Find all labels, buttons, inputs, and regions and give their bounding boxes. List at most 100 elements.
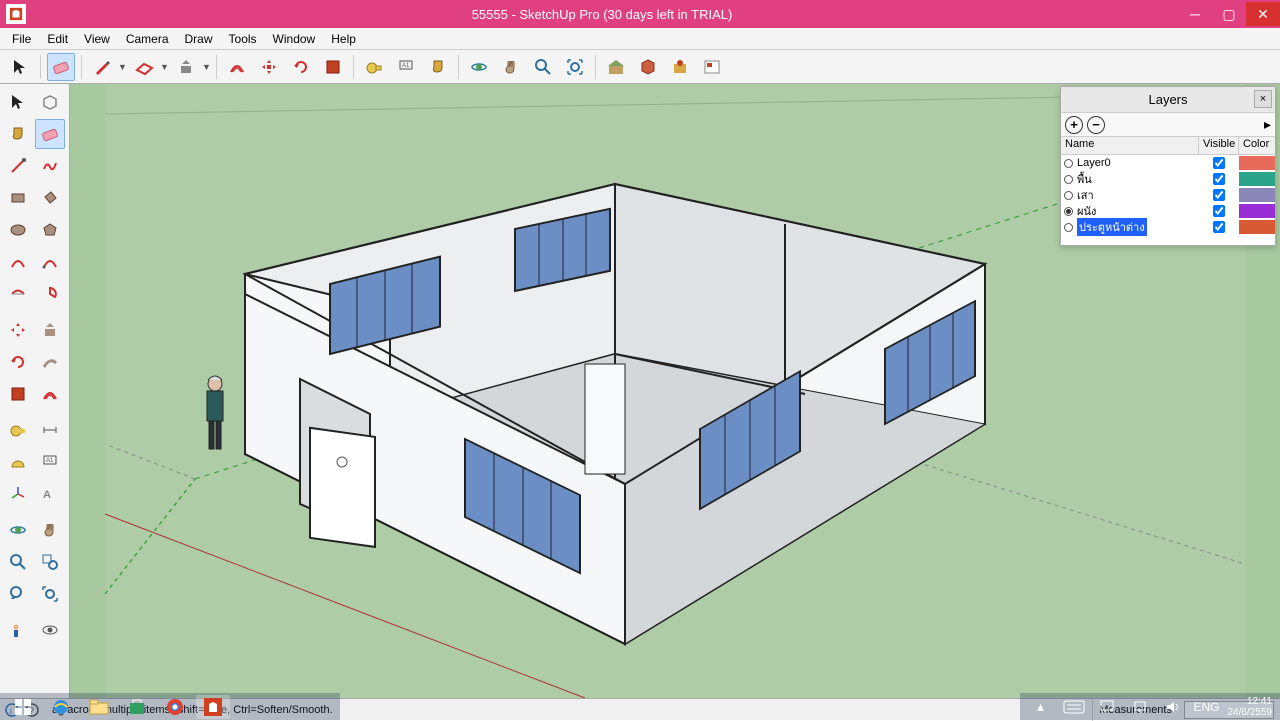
layer-active-radio[interactable] bbox=[1061, 175, 1075, 184]
rectangle-icon[interactable] bbox=[3, 183, 33, 213]
look-around-icon[interactable] bbox=[35, 615, 65, 645]
layout-icon[interactable] bbox=[698, 53, 726, 81]
rectangle-tool-icon[interactable] bbox=[130, 53, 158, 81]
previous-icon[interactable] bbox=[3, 579, 33, 609]
2pt-arc-icon[interactable] bbox=[35, 247, 65, 277]
menu-file[interactable]: File bbox=[4, 30, 39, 48]
layer-color-swatch[interactable] bbox=[1239, 172, 1275, 186]
dimension-icon[interactable] bbox=[35, 415, 65, 445]
start-button[interactable] bbox=[6, 695, 40, 719]
tray-clock[interactable]: 12:41 24/6/2559 bbox=[1224, 696, 1277, 718]
tape-icon[interactable] bbox=[3, 415, 33, 445]
menu-help[interactable]: Help bbox=[323, 30, 364, 48]
action-center-icon[interactable] bbox=[1092, 695, 1121, 719]
sketchup-task-icon[interactable] bbox=[196, 695, 230, 719]
layer-color-swatch[interactable] bbox=[1239, 220, 1275, 234]
zoom-icon[interactable] bbox=[3, 547, 33, 577]
tray-lang[interactable]: ENG bbox=[1189, 700, 1223, 714]
tape-tool-icon[interactable] bbox=[360, 53, 388, 81]
network-icon[interactable] bbox=[1125, 695, 1154, 719]
layer-row[interactable]: พื้น bbox=[1061, 171, 1275, 187]
layer-visible-checkbox[interactable] bbox=[1199, 221, 1239, 233]
menu-camera[interactable]: Camera bbox=[118, 30, 177, 48]
tray-up-icon[interactable]: ▲ bbox=[1026, 695, 1055, 719]
scale-tool-icon[interactable] bbox=[319, 53, 347, 81]
layer-row[interactable]: ประตูหน้าต่าง bbox=[1061, 219, 1275, 235]
rotate-icon[interactable] bbox=[3, 347, 33, 377]
layer-row[interactable]: Layer0 bbox=[1061, 155, 1275, 171]
col-visible[interactable]: Visible bbox=[1199, 137, 1239, 154]
axes-icon[interactable] bbox=[3, 479, 33, 509]
orbit-icon[interactable] bbox=[3, 515, 33, 545]
3dtext-icon[interactable]: A bbox=[35, 479, 65, 509]
col-name[interactable]: Name bbox=[1061, 137, 1199, 154]
menu-view[interactable]: View bbox=[76, 30, 118, 48]
layer-visible-checkbox[interactable] bbox=[1199, 157, 1239, 169]
menu-edit[interactable]: Edit bbox=[39, 30, 76, 48]
layer-name[interactable]: Layer0 bbox=[1075, 157, 1199, 169]
layer-color-swatch[interactable] bbox=[1239, 156, 1275, 170]
ie-icon[interactable] bbox=[44, 695, 78, 719]
pushpull-tool-icon[interactable] bbox=[172, 53, 200, 81]
layer-active-radio[interactable] bbox=[1061, 207, 1075, 216]
viewport-3d[interactable]: Layers × + − ▸ Name Visible Color Layer0… bbox=[70, 84, 1280, 698]
layer-name[interactable]: ประตูหน้าต่าง bbox=[1075, 218, 1199, 236]
move-tool-icon[interactable] bbox=[255, 53, 283, 81]
line-icon[interactable] bbox=[3, 151, 33, 181]
eraser-tool-icon[interactable] bbox=[47, 53, 75, 81]
move-icon[interactable] bbox=[3, 315, 33, 345]
rotated-rect-icon[interactable] bbox=[35, 183, 65, 213]
zoom-extents-icon[interactable] bbox=[35, 579, 65, 609]
zoom-window-icon[interactable] bbox=[35, 547, 65, 577]
eraser-icon[interactable] bbox=[35, 119, 65, 149]
orbit-tool-icon[interactable] bbox=[465, 53, 493, 81]
layers-flyout-icon[interactable]: ▸ bbox=[1264, 116, 1271, 133]
chrome-icon[interactable] bbox=[158, 695, 192, 719]
menu-window[interactable]: Window bbox=[265, 30, 324, 48]
3pt-arc-icon[interactable] bbox=[3, 279, 33, 309]
offset-icon[interactable] bbox=[35, 379, 65, 409]
zoom-tool-icon[interactable] bbox=[529, 53, 557, 81]
layers-panel-title[interactable]: Layers × bbox=[1061, 87, 1275, 113]
close-button[interactable]: ✕ bbox=[1246, 2, 1280, 26]
dimension-tool-icon[interactable]: A1 bbox=[392, 53, 420, 81]
text-icon[interactable]: A1 bbox=[35, 447, 65, 477]
store-icon[interactable] bbox=[120, 695, 154, 719]
pushpull-icon[interactable] bbox=[35, 315, 65, 345]
offset-tool-icon[interactable] bbox=[223, 53, 251, 81]
layer-active-radio[interactable] bbox=[1061, 223, 1075, 232]
component-icon[interactable] bbox=[35, 87, 65, 117]
layer-row[interactable]: เสา bbox=[1061, 187, 1275, 203]
dropdown-icon[interactable]: ▼ bbox=[202, 62, 212, 72]
layer-color-swatch[interactable] bbox=[1239, 188, 1275, 202]
keyboard-icon[interactable] bbox=[1059, 695, 1088, 719]
dropdown-icon[interactable]: ▼ bbox=[118, 62, 128, 72]
freehand-icon[interactable] bbox=[35, 151, 65, 181]
dropdown-icon[interactable]: ▼ bbox=[160, 62, 170, 72]
layers-panel[interactable]: Layers × + − ▸ Name Visible Color Layer0… bbox=[1060, 86, 1276, 246]
col-color[interactable]: Color bbox=[1239, 137, 1275, 154]
arc-icon[interactable] bbox=[3, 247, 33, 277]
pan-tool-icon[interactable] bbox=[497, 53, 525, 81]
remove-layer-button[interactable]: − bbox=[1087, 116, 1105, 134]
explorer-icon[interactable] bbox=[82, 695, 116, 719]
rotate-tool-icon[interactable] bbox=[287, 53, 315, 81]
position-camera-icon[interactable] bbox=[3, 615, 33, 645]
volume-icon[interactable] bbox=[1158, 695, 1187, 719]
layer-row[interactable]: ผนัง bbox=[1061, 203, 1275, 219]
layer-visible-checkbox[interactable] bbox=[1199, 205, 1239, 217]
circle-icon[interactable] bbox=[3, 215, 33, 245]
pan-icon[interactable] bbox=[35, 515, 65, 545]
add-layer-button[interactable]: + bbox=[1065, 116, 1083, 134]
pencil-tool-icon[interactable] bbox=[88, 53, 116, 81]
warehouse-icon[interactable] bbox=[602, 53, 630, 81]
menu-tools[interactable]: Tools bbox=[221, 30, 265, 48]
select-tool-icon[interactable] bbox=[6, 53, 34, 81]
layer-visible-checkbox[interactable] bbox=[1199, 173, 1239, 185]
layer-color-swatch[interactable] bbox=[1239, 204, 1275, 218]
paint-bucket-icon[interactable] bbox=[3, 119, 33, 149]
scale-icon[interactable] bbox=[3, 379, 33, 409]
layer-visible-checkbox[interactable] bbox=[1199, 189, 1239, 201]
pie-icon[interactable] bbox=[35, 279, 65, 309]
select-icon[interactable] bbox=[3, 87, 33, 117]
